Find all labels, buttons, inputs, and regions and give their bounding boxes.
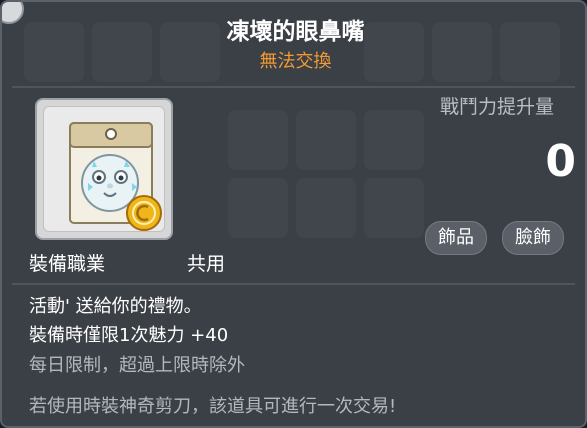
trade-status: 無法交換 bbox=[259, 51, 332, 72]
divider bbox=[12, 86, 575, 88]
grid-tile bbox=[228, 178, 288, 238]
item-tooltip: 凍壞的眼鼻嘴 無法交換 戰鬥力提升量 0 飾品 臉飾 裝備職業 共用 活動' 送… bbox=[0, 0, 587, 428]
description-line: 裝備時僅限1次魅力 +40 bbox=[29, 325, 229, 346]
grid-tile bbox=[364, 110, 424, 170]
category-tag-face-accessory: 臉飾 bbox=[502, 221, 564, 255]
frozen-face-item-icon bbox=[69, 122, 162, 231]
divider bbox=[12, 283, 575, 285]
combat-power-label: 戰鬥力提升量 bbox=[440, 96, 555, 118]
item-name: 凍壞的眼鼻嘴 bbox=[226, 19, 365, 45]
grid-tile bbox=[296, 178, 356, 238]
description-line: 若使用時裝神奇剪刀，該道具可進行一次交易! bbox=[29, 396, 397, 417]
category-tag-accessory: 飾品 bbox=[425, 221, 487, 255]
item-icon-frame bbox=[35, 98, 173, 240]
combat-power-value: 0 bbox=[545, 136, 576, 187]
equip-job-label: 裝備職業 bbox=[29, 253, 106, 275]
equip-job-value: 共用 bbox=[187, 253, 226, 275]
grid-tile bbox=[364, 178, 424, 238]
description-line: 活動' 送給你的禮物。 bbox=[29, 296, 202, 317]
grid-tile bbox=[228, 110, 288, 170]
grid-tile bbox=[296, 110, 356, 170]
item-icon-slot bbox=[43, 106, 165, 232]
description-line: 每日限制，超過上限時除外 bbox=[29, 355, 245, 376]
